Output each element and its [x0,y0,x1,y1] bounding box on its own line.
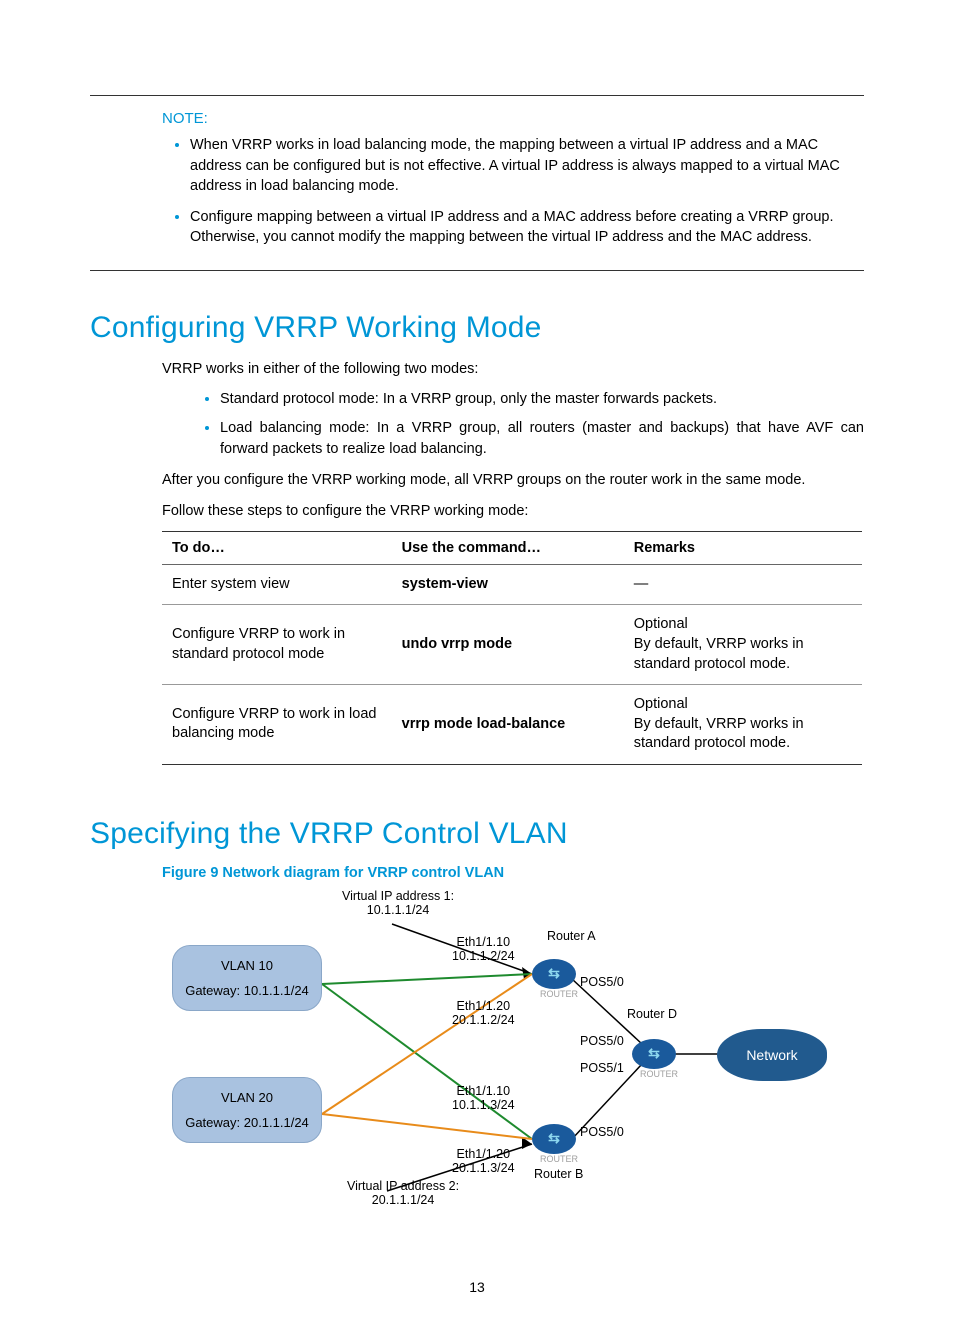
network-diagram: Virtual IP address 1: 10.1.1.1/24 Virtua… [162,889,862,1229]
vlan20-gateway: Gateway: 20.1.1.1/24 [181,1115,313,1130]
eth120-a-label: Eth1/1.20 20.1.1.2/24 [452,999,515,1028]
router-under-label: ROUTER [640,1069,678,1079]
cell-todo: Configure VRRP to work in standard proto… [162,605,392,685]
cell-command: vrrp mode load-balance [392,685,624,765]
router-d-label: Router D [627,1007,677,1021]
cell-remarks: Optional By default, VRRP works in stand… [624,605,862,685]
note-item: Configure mapping between a virtual IP a… [190,207,864,248]
note-label: NOTE: [162,110,864,127]
vlan10-title: VLAN 10 [181,958,313,973]
intro-text: VRRP works in either of the following tw… [162,359,864,379]
pos50b-label: POS5/0 [580,1125,624,1139]
pos50d-label: POS5/0 [580,1034,624,1048]
cell-remarks: Optional By default, VRRP works in stand… [624,685,862,765]
vlan10-box: VLAN 10 Gateway: 10.1.1.1/24 [172,945,322,1011]
eth110-b-label: Eth1/1.10 10.1.1.3/24 [452,1084,515,1113]
router-b-label: Router B [534,1167,583,1181]
mode-item: Standard protocol mode: In a VRRP group,… [220,389,864,410]
vip2-label: Virtual IP address 2: 20.1.1.1/24 [347,1179,459,1208]
table-row: Enter system view system-view — [162,564,862,605]
router-a-icon: ⇆ [532,959,576,989]
network-label: Network [746,1047,797,1063]
cell-todo: Configure VRRP to work in load balancing… [162,685,392,765]
router-a-label: Router A [547,929,596,943]
cell-command: undo vrrp mode [392,605,624,685]
note-box: NOTE: When VRRP works in load balancing … [90,95,864,271]
network-cloud: Network [717,1029,827,1081]
vlan20-title: VLAN 20 [181,1090,313,1105]
page-number: 13 [90,1279,864,1295]
th-todo: To do… [162,531,392,564]
eth120-b-label: Eth1/1.20 20.1.1.3/24 [452,1147,515,1176]
router-under-label: ROUTER [540,1154,578,1164]
mode-item: Load balancing mode: In a VRRP group, al… [220,418,864,460]
table-row: Configure VRRP to work in load balancing… [162,685,862,765]
cell-command: system-view [392,564,624,605]
heading-specifying-vrrp-control-vlan: Specifying the VRRP Control VLAN [90,817,864,851]
follow-text: Follow these steps to configure the VRRP… [162,501,864,521]
router-d-icon: ⇆ [632,1039,676,1069]
note-item: When VRRP works in load balancing mode, … [190,135,864,197]
table-row: Configure VRRP to work in standard proto… [162,605,862,685]
router-b-icon: ⇆ [532,1124,576,1154]
heading-configuring-vrrp-working-mode: Configuring VRRP Working Mode [90,311,864,345]
note-list: When VRRP works in load balancing mode, … [90,135,864,248]
router-under-label: ROUTER [540,989,578,999]
cell-remarks: — [624,564,862,605]
mode-list: Standard protocol mode: In a VRRP group,… [90,389,864,460]
vip1-label: Virtual IP address 1: 10.1.1.1/24 [342,889,454,918]
figure-caption: Figure 9 Network diagram for VRRP contro… [162,865,864,881]
th-command: Use the command… [392,531,624,564]
pos51d-label: POS5/1 [580,1061,624,1075]
cell-todo: Enter system view [162,564,392,605]
eth110-a-label: Eth1/1.10 10.1.1.2/24 [452,935,515,964]
after-text: After you configure the VRRP working mod… [162,470,864,490]
th-remarks: Remarks [624,531,862,564]
vlan20-box: VLAN 20 Gateway: 20.1.1.1/24 [172,1077,322,1143]
vlan10-gateway: Gateway: 10.1.1.1/24 [181,983,313,998]
command-table: To do… Use the command… Remarks Enter sy… [162,531,862,765]
pos50a-label: POS5/0 [580,975,624,989]
